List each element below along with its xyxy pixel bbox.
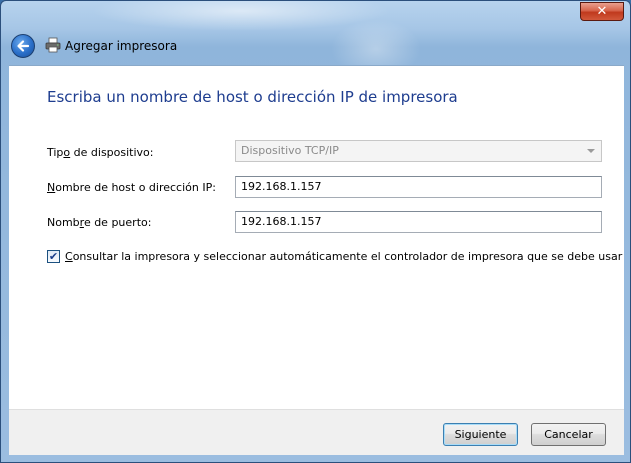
hostname-label: Nombre de host o dirección IP: <box>47 181 216 194</box>
query-printer-checkbox[interactable]: ✔ <box>47 250 60 263</box>
device-type-value: Dispositivo TCP/IP <box>241 144 339 157</box>
hostname-input[interactable]: 192.168.1.157 <box>235 176 602 198</box>
printer-icon <box>45 37 61 53</box>
hostname-value: 192.168.1.157 <box>241 180 322 193</box>
chevron-down-icon <box>587 149 595 153</box>
next-button[interactable]: Siguiente <box>443 423 518 446</box>
port-name-label: Nombre de puerto: <box>47 216 152 229</box>
cancel-button[interactable]: Cancelar <box>531 423 606 446</box>
add-printer-window: ✕ Agregar impresora Escriba un nombre de… <box>0 0 631 463</box>
query-printer-label[interactable]: Consultar la impresora y seleccionar aut… <box>65 250 622 263</box>
port-name-value: 192.168.1.157 <box>241 215 322 228</box>
back-arrow-icon <box>17 40 30 52</box>
device-type-label: Tipo de dispositivo: <box>47 146 154 159</box>
port-name-input[interactable]: 192.168.1.157 <box>235 211 602 233</box>
close-icon: ✕ <box>596 4 608 19</box>
back-button[interactable] <box>11 34 35 58</box>
wizard-content: Escriba un nombre de host o dirección IP… <box>9 65 624 409</box>
checkmark-icon: ✔ <box>48 250 59 263</box>
navigation-bar: Agregar impresora <box>1 27 630 63</box>
dialog-title: Agregar impresora <box>65 39 178 53</box>
wizard-footer: Siguiente Cancelar <box>9 409 624 455</box>
instruction-heading: Escriba un nombre de host o dirección IP… <box>47 88 458 106</box>
device-type-select[interactable]: Dispositivo TCP/IP <box>235 140 602 162</box>
close-button[interactable]: ✕ <box>580 2 624 21</box>
